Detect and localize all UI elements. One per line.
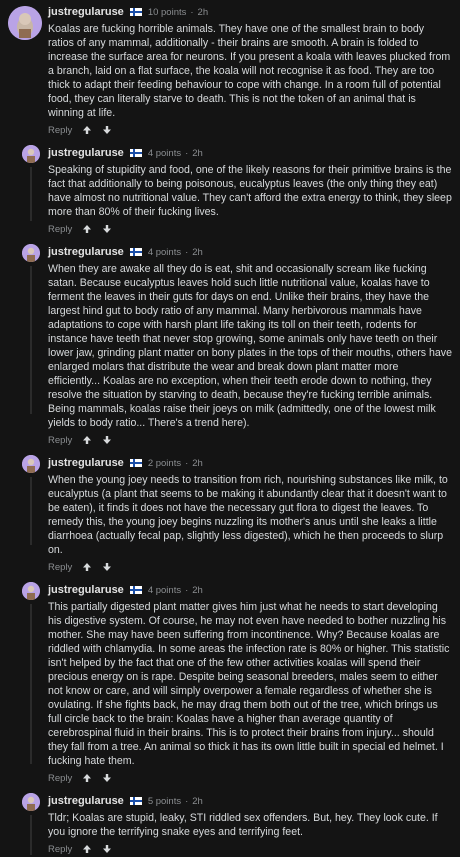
upvote-arrow-icon[interactable]: [82, 435, 92, 445]
author-name[interactable]: justregularuse: [48, 147, 124, 159]
comment-meta: justregularuse 2 points · 2h: [48, 455, 452, 471]
finland-flag-icon: [129, 149, 142, 157]
upvote-arrow-icon[interactable]: [82, 844, 92, 854]
downvote-arrow-icon[interactable]: [102, 844, 112, 854]
avatar[interactable]: [22, 793, 40, 811]
thread-line[interactable]: [30, 266, 32, 414]
snoo-avatar-icon: [8, 6, 42, 40]
thread-line[interactable]: [30, 167, 32, 221]
finland-flag-icon: [129, 248, 142, 256]
comment-actions: Reply: [48, 559, 452, 575]
comment-meta: justregularuse 4 points · 2h: [48, 145, 452, 161]
snoo-avatar-icon: [22, 793, 40, 811]
thread-line[interactable]: [30, 815, 32, 855]
comment: justregularuse 5 points · 2h Tldr; Koala…: [0, 793, 460, 857]
comment: justregularuse 10 points · 2h Koalas are…: [0, 4, 460, 138]
downvote-arrow-icon[interactable]: [102, 125, 112, 135]
comment-meta: justregularuse 5 points · 2h: [48, 793, 452, 809]
author-name[interactable]: justregularuse: [48, 795, 124, 807]
reply-button[interactable]: Reply: [48, 844, 72, 855]
comment-age: 2h: [192, 457, 203, 469]
upvote-arrow-icon[interactable]: [82, 224, 92, 234]
comment-meta: justregularuse 10 points · 2h: [48, 4, 452, 20]
comment-points: 4 points: [147, 147, 182, 159]
meta-separator: ·: [185, 795, 189, 807]
comment-age: 2h: [192, 795, 203, 807]
comment-age: 2h: [197, 6, 209, 18]
author-name[interactable]: justregularuse: [48, 457, 124, 469]
snoo-avatar-icon: [22, 455, 40, 473]
downvote-arrow-icon[interactable]: [102, 435, 112, 445]
comment-body: Tldr; Koalas are stupid, leaky, STI ridd…: [48, 812, 438, 838]
comment-meta: justregularuse 4 points · 2h: [48, 582, 452, 598]
comment-meta: justregularuse 4 points · 2h: [48, 244, 452, 260]
upvote-arrow-icon[interactable]: [82, 562, 92, 572]
avatar[interactable]: [22, 244, 40, 262]
comment-body: Speaking of stupidity and food, one of t…: [48, 164, 452, 218]
finland-flag-icon: [129, 8, 142, 16]
snoo-avatar-icon: [22, 244, 40, 262]
author-name[interactable]: justregularuse: [48, 6, 124, 18]
meta-separator: ·: [190, 6, 194, 18]
finland-flag-icon: [129, 797, 142, 805]
thread-line[interactable]: [30, 477, 32, 545]
avatar[interactable]: [22, 145, 40, 163]
comment-actions: Reply: [48, 432, 452, 448]
snoo-avatar-icon: [22, 582, 40, 600]
comment-body: When the young joey needs to transition …: [48, 474, 448, 556]
reply-button[interactable]: Reply: [48, 224, 72, 235]
comment-points: 5 points: [147, 795, 182, 807]
reply-button[interactable]: Reply: [48, 125, 72, 136]
comment-age: 2h: [192, 584, 203, 596]
avatar[interactable]: [8, 6, 42, 40]
finland-flag-icon: [129, 459, 142, 467]
downvote-arrow-icon[interactable]: [102, 562, 112, 572]
avatar[interactable]: [22, 455, 40, 473]
upvote-arrow-icon[interactable]: [82, 125, 92, 135]
comment-thread: justregularuse 10 points · 2h Koalas are…: [0, 0, 460, 857]
meta-separator: ·: [185, 147, 189, 159]
comment-points: 4 points: [147, 246, 182, 258]
finland-flag-icon: [129, 586, 142, 594]
comment: justregularuse 4 points · 2h This partia…: [0, 582, 460, 786]
avatar[interactable]: [22, 582, 40, 600]
comment: justregularuse 4 points · 2h When they a…: [0, 244, 460, 448]
comment-points: 10 points: [147, 6, 187, 18]
comment-points: 4 points: [147, 584, 182, 596]
comment-age: 2h: [192, 246, 203, 258]
comment-body: This partially digested plant matter giv…: [48, 601, 450, 767]
reply-button[interactable]: Reply: [48, 562, 72, 573]
comment: justregularuse 2 points · 2h When the yo…: [0, 455, 460, 575]
comment: justregularuse 4 points · 2h Speaking of…: [0, 145, 460, 237]
reply-button[interactable]: Reply: [48, 773, 72, 784]
comment-body: When they are awake all they do is eat, …: [48, 263, 452, 429]
comment-actions: Reply: [48, 221, 452, 237]
meta-separator: ·: [185, 457, 189, 469]
comment-actions: Reply: [48, 770, 452, 786]
author-name[interactable]: justregularuse: [48, 246, 124, 258]
snoo-avatar-icon: [22, 145, 40, 163]
downvote-arrow-icon[interactable]: [102, 224, 112, 234]
comment-age: 2h: [192, 147, 203, 159]
comment-actions: Reply: [48, 841, 452, 857]
reply-button[interactable]: Reply: [48, 435, 72, 446]
thread-line[interactable]: [30, 604, 32, 764]
meta-separator: ·: [185, 246, 189, 258]
meta-separator: ·: [185, 584, 189, 596]
comment-body: Koalas are fucking horrible animals. The…: [48, 23, 451, 119]
comment-points: 2 points: [147, 457, 182, 469]
author-name[interactable]: justregularuse: [48, 584, 124, 596]
comment-actions: Reply: [48, 122, 452, 138]
